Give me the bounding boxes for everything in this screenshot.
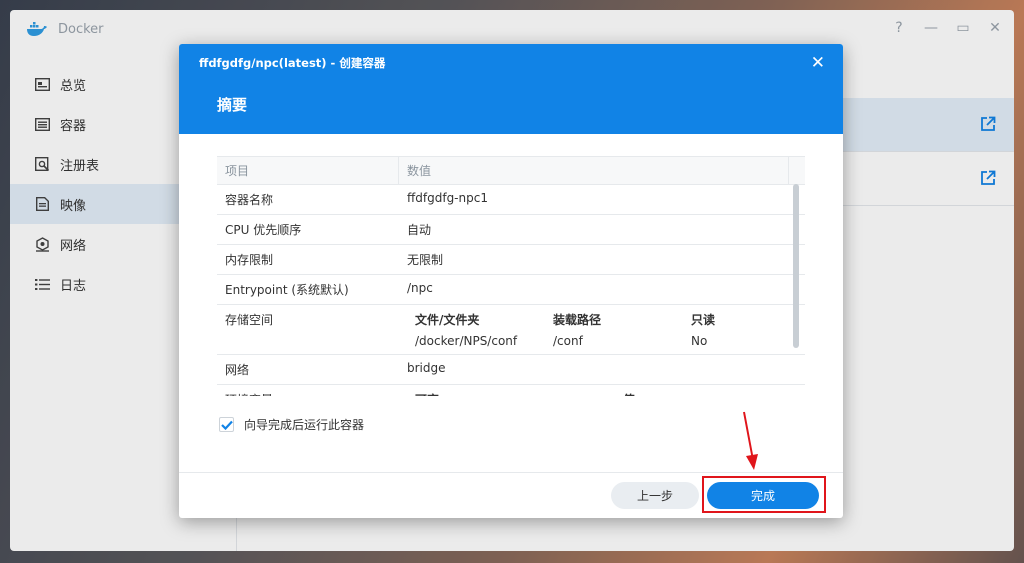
row-value: ffdfgdfg-npc1 <box>407 191 488 205</box>
dialog-heading: 摘要 <box>217 96 248 114</box>
table-row: 网络 bridge <box>217 355 805 385</box>
table-scrollbar[interactable] <box>793 184 799 348</box>
finish-highlight-box <box>702 476 826 513</box>
table-header: 项目 数值 <box>217 157 805 185</box>
row-value: 无限制 <box>407 253 444 267</box>
env-header-variable: 可变 <box>415 391 623 396</box>
dialog-title: ffdfgdfg/npc(latest) - 创建容器 <box>199 56 386 70</box>
storage-header-mount-path: 装载路径 <box>553 313 602 327</box>
storage-mount-path-value: /conf <box>553 334 583 348</box>
env-header-value: 值 <box>623 391 683 396</box>
checkbox-label: 向导完成后运行此容器 <box>244 418 365 432</box>
run-after-wizard-checkbox[interactable] <box>219 417 234 432</box>
table-row: Entrypoint (系统默认) /npc <box>217 275 805 305</box>
column-header-item: 项目 <box>217 157 399 184</box>
back-button[interactable]: 上一步 <box>611 482 699 509</box>
row-value: /npc <box>407 281 433 295</box>
storage-header-folder: 文件/文件夹 <box>415 313 480 327</box>
table-row: 容器名称 ffdfgdfg-npc1 <box>217 185 805 215</box>
row-item: 内存限制 <box>225 253 274 267</box>
table-row-storage: 存储空间 文件/文件夹 装载路径 只读 /docker/NPS/conf /co… <box>217 305 805 355</box>
storage-folder-value: /docker/NPS/conf <box>415 334 518 348</box>
row-item: Entrypoint (系统默认) <box>225 283 349 297</box>
row-item: 网络 <box>225 363 250 377</box>
row-value: bridge <box>407 361 446 375</box>
table-row-env: 环境变量 可变 值 <box>217 385 805 396</box>
summary-table: 项目 数值 容器名称 ffdfgdfg-npc1 CPU 优先顺序 自动 内存限… <box>217 156 805 396</box>
dialog-header: ffdfgdfg/npc(latest) - 创建容器 ✕ 摘要 <box>179 44 843 134</box>
table-row: 内存限制 无限制 <box>217 245 805 275</box>
row-item: CPU 优先顺序 <box>225 223 302 237</box>
row-item: 容器名称 <box>225 193 274 207</box>
storage-header-readonly: 只读 <box>691 313 716 327</box>
row-item: 环境变量 <box>217 385 399 396</box>
checkmark-icon <box>220 420 233 430</box>
row-item: 存储空间 <box>225 313 274 327</box>
run-after-wizard-option[interactable]: 向导完成后运行此容器 <box>219 416 364 433</box>
env-subtable: 可变 值 <box>399 385 805 396</box>
column-header-value: 数值 <box>399 157 789 184</box>
close-icon[interactable]: ✕ <box>811 53 825 73</box>
storage-subtable: 文件/文件夹 装载路径 只读 /docker/NPS/conf /conf No <box>399 305 805 354</box>
table-row: CPU 优先顺序 自动 <box>217 215 805 245</box>
annotation-arrow-icon <box>743 411 758 470</box>
storage-readonly-value: No <box>691 334 708 348</box>
row-value: 自动 <box>407 223 432 237</box>
